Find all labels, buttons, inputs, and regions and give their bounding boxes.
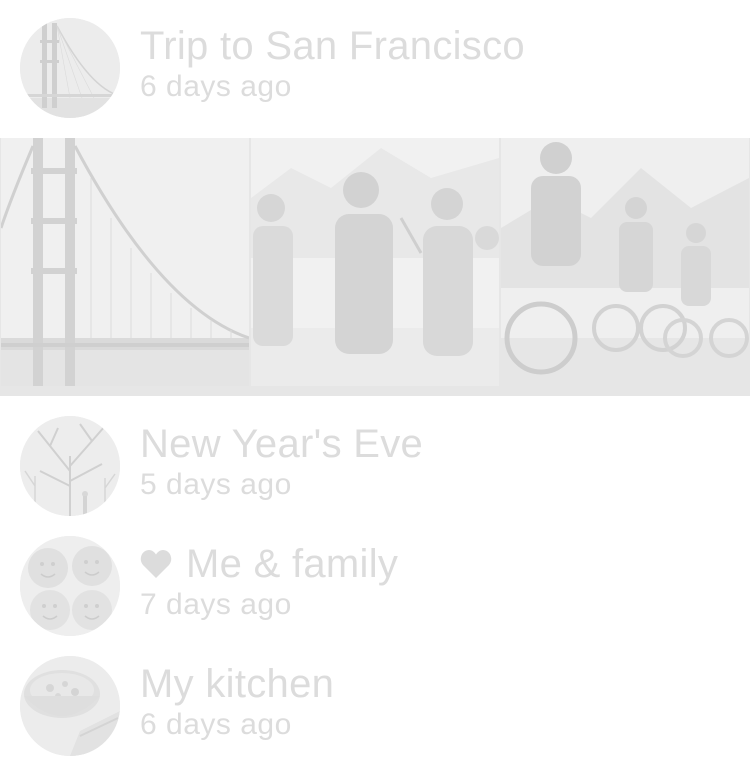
album-title: New Year's Eve [140, 422, 424, 466]
photo-family-hiking[interactable] [251, 138, 499, 386]
album-date: 6 days ago [140, 708, 292, 741]
album-thumbnail-snowy-trees [20, 416, 120, 516]
album-thumbnail-golden-gate [20, 18, 120, 118]
album-item-trip-to-san-francisco[interactable]: Trip to San Francisco 6 days ago [0, 18, 750, 128]
album-thumbnail-soup-bowl [20, 656, 120, 756]
album-item-me-and-family[interactable]: Me & family 7 days ago [0, 536, 750, 646]
album-title: Me & family [140, 542, 398, 586]
album-title: Trip to San Francisco [140, 24, 525, 68]
album-date: 6 days ago [140, 70, 292, 103]
album-item-my-kitchen[interactable]: My kitchen 6 days ago [0, 656, 750, 766]
album-photo-strip [0, 138, 750, 396]
photo-mountain-biking[interactable] [501, 138, 749, 386]
album-title-text: Me & family [186, 542, 399, 586]
album-item-new-years-eve[interactable]: New Year's Eve 5 days ago [0, 416, 750, 526]
album-date: 5 days ago [140, 468, 292, 501]
heart-icon [140, 544, 172, 578]
album-thumbnail-family-faces [20, 536, 120, 636]
album-title: My kitchen [140, 662, 335, 706]
album-date: 7 days ago [140, 588, 292, 621]
photo-golden-gate-bridge[interactable] [1, 138, 249, 386]
